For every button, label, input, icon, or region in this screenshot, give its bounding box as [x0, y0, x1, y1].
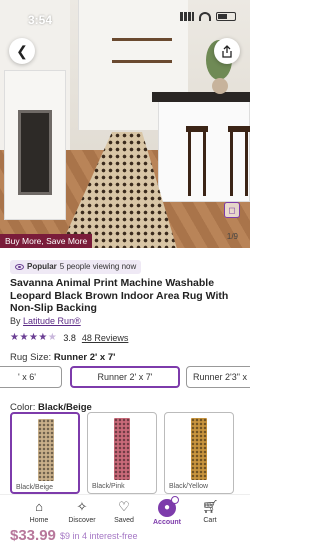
star-icon: ★: [28, 332, 39, 343]
share-button[interactable]: [214, 38, 240, 64]
star-icon: ★: [19, 332, 29, 343]
status-time: 3:54: [28, 13, 53, 27]
bottom-nav: ⌂ Home ✧ Discover ♡ Saved ● Account 🛒︎ C…: [0, 494, 250, 530]
nav-label: Home: [29, 517, 49, 524]
view-in-room-icon: ◻: [228, 204, 236, 215]
nav-discover[interactable]: ✧ Discover: [60, 497, 104, 529]
nav-account[interactable]: ● Account: [145, 496, 189, 529]
swatch-caption: Black/Beige: [16, 484, 53, 491]
swatch-caption: Black/Yellow: [169, 483, 209, 490]
star-icon: ★: [38, 332, 48, 343]
battery-icon: [216, 12, 236, 21]
by-label: By: [10, 316, 21, 326]
rug-size-label: Rug Size: Runner 2' x 7': [10, 352, 115, 363]
signal-icon: [180, 12, 194, 21]
account-icon: ●: [158, 496, 179, 517]
rating-value: 3.8: [63, 332, 76, 343]
nav-home[interactable]: ⌂ Home: [17, 497, 61, 529]
eye-icon: [15, 264, 24, 270]
color-option-selected[interactable]: Black/Beige: [10, 412, 80, 494]
product-image[interactable]: [0, 0, 250, 248]
rating-stars: ★★★★★: [10, 332, 57, 343]
nav-label: Cart: [203, 517, 217, 524]
sparkle-icon: ✧: [76, 499, 88, 514]
color-option[interactable]: Black/Yellow: [164, 412, 234, 494]
chevron-left-icon: ❮: [16, 42, 28, 59]
swatch-caption: Black/Pink: [92, 483, 125, 490]
star-icon: ★: [47, 332, 58, 343]
popular-label: Popular: [27, 262, 57, 271]
swatch-image: [114, 418, 130, 480]
size-option[interactable]: Runner 2'3" x: [186, 366, 250, 388]
nav-label: Saved: [114, 517, 134, 524]
home-icon: ⌂: [35, 499, 43, 514]
nav-label: Discover: [68, 517, 96, 524]
rug-size-selected: Runner 2' x 7': [53, 352, 116, 363]
size-option-selected[interactable]: Runner 2' x 7': [70, 366, 180, 388]
rug-size-caption: Rug Size:: [10, 352, 52, 363]
color-option[interactable]: Black/Pink: [87, 412, 157, 494]
share-icon: [222, 44, 232, 58]
installments-text[interactable]: $9 in 4 interest-free: [60, 531, 138, 541]
popular-badge: Popular 5 people viewing now: [10, 260, 142, 274]
promo-banner[interactable]: Buy More, Save More: [0, 234, 93, 248]
rating-row[interactable]: ★★★★★ 3.8 48 Reviews: [10, 332, 128, 343]
nav-cart[interactable]: 🛒︎ Cart: [188, 497, 232, 529]
view-in-room-button[interactable]: ◻: [224, 202, 240, 218]
product-title: Savanna Animal Print Machine Washable Le…: [10, 277, 229, 314]
heart-icon: ♡: [118, 499, 130, 514]
status-icons: [180, 12, 236, 21]
size-options: ' x 6' Runner 2' x 7' Runner 2'3" x: [0, 366, 250, 388]
swatch-image: [191, 418, 207, 480]
popular-text: 5 people viewing now: [59, 262, 137, 271]
reviews-link[interactable]: 48 Reviews: [82, 333, 129, 343]
image-counter: 1/9: [226, 232, 238, 241]
brand-link[interactable]: Latitude Run®: [23, 316, 81, 326]
color-options: Black/Beige Black/Pink Black/Yellow: [0, 412, 250, 494]
wifi-icon: [199, 12, 211, 21]
size-option[interactable]: ' x 6': [0, 366, 62, 388]
swatch-image: [38, 419, 54, 481]
back-button[interactable]: ❮: [9, 38, 35, 64]
brand-line: By Latitude Run®: [10, 316, 81, 326]
nav-saved[interactable]: ♡ Saved: [102, 497, 146, 529]
cart-icon: 🛒︎: [202, 499, 219, 514]
nav-label: Account: [153, 519, 181, 526]
